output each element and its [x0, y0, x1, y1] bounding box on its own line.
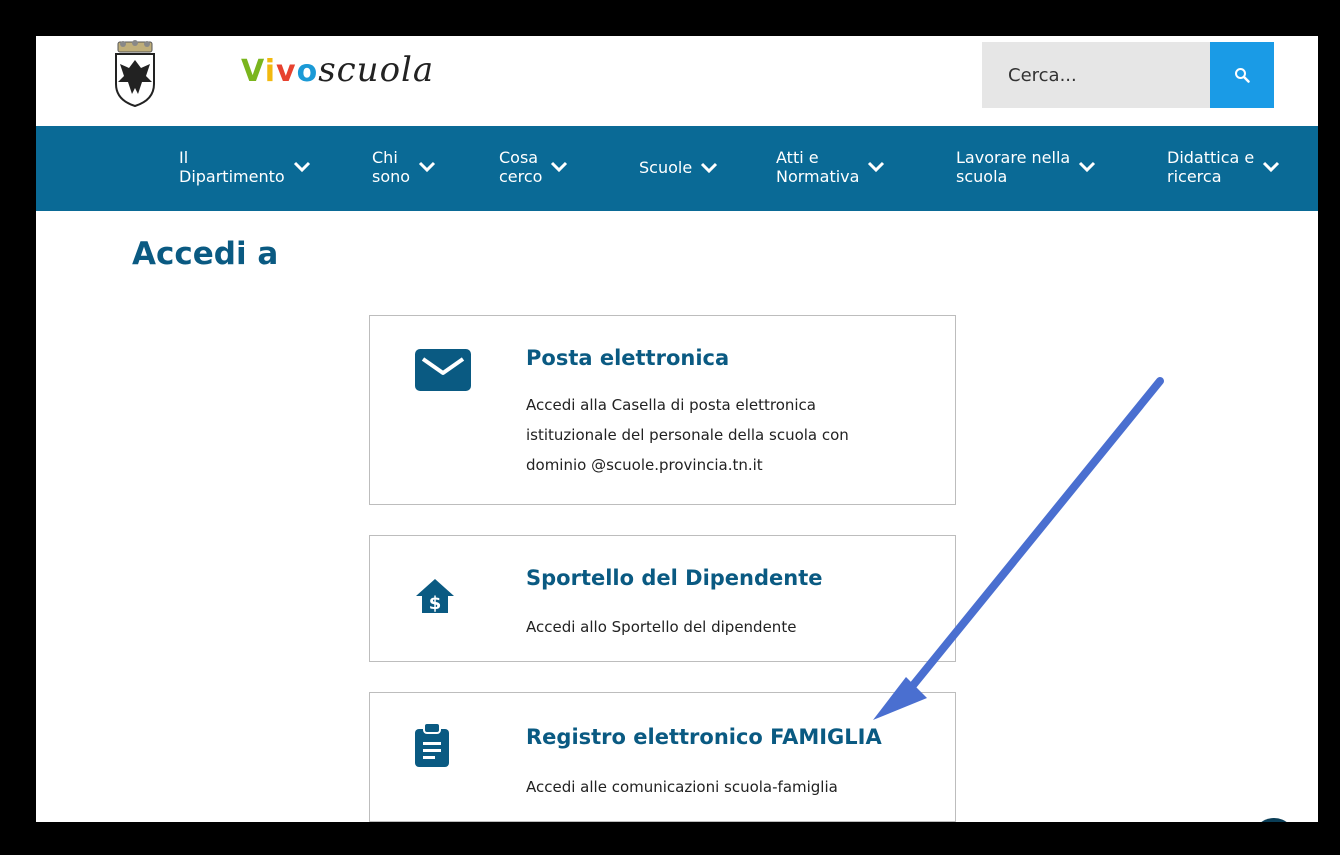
nav-item-atti-normativa[interactable]: Atti e Normativa	[776, 148, 885, 186]
browser-viewport: Vivoscuola Il Dipartimento Chi sono Cosa…	[36, 36, 1318, 822]
envelope-icon	[415, 349, 471, 391]
chevron-down-icon	[1263, 161, 1280, 173]
chevron-down-icon	[551, 161, 568, 173]
house-dollar-icon: $	[416, 579, 454, 614]
nav-item-dipartimento[interactable]: Il Dipartimento	[179, 148, 311, 186]
nav-item-label: Cosa cerco	[499, 148, 543, 186]
nav-item-label: Didattica e ricerca	[1167, 148, 1255, 186]
vivoscuola-logo[interactable]: Vivoscuola	[241, 50, 434, 90]
card-title: Posta elettronica	[526, 346, 730, 370]
back-to-top-button[interactable]	[1252, 818, 1296, 822]
svg-text:$: $	[429, 593, 442, 614]
nav-item-lavorare[interactable]: Lavorare nella scuola	[956, 148, 1096, 186]
search-input[interactable]	[982, 42, 1210, 108]
nav-item-label: Scuole	[639, 158, 693, 177]
nav-item-chi-sono[interactable]: Chi sono	[372, 148, 436, 186]
search-button[interactable]	[1210, 42, 1274, 108]
card-title: Registro elettronico FAMIGLIA	[526, 725, 882, 749]
card-description: Accedi alle comunicazioni scuola-famigli…	[526, 778, 838, 796]
site-header: Vivoscuola	[36, 36, 1318, 126]
main-nav: Il Dipartimento Chi sono Cosa cerco Scuo…	[36, 126, 1318, 211]
search-icon	[1235, 68, 1250, 83]
nav-item-label: Atti e Normativa	[776, 148, 860, 186]
nav-item-didattica[interactable]: Didattica e ricerca	[1167, 148, 1280, 186]
chevron-down-icon	[1079, 161, 1096, 173]
chevron-down-icon	[701, 162, 718, 173]
nav-item-cosa-cerco[interactable]: Cosa cerco	[499, 148, 568, 186]
card-registro-elettronico[interactable]: Registro elettronico FAMIGLIA Accedi all…	[369, 692, 956, 822]
card-sportello-dipendente[interactable]: $ Sportello del Dipendente Accedi allo S…	[369, 535, 956, 662]
page-title: Accedi a	[132, 236, 279, 272]
nav-item-label: Il Dipartimento	[179, 148, 285, 186]
nav-item-label: Lavorare nella scuola	[956, 148, 1071, 186]
crest-logo	[115, 40, 155, 108]
clipboard-icon	[415, 723, 449, 767]
chevron-down-icon	[293, 161, 310, 173]
card-description: Accedi allo Sportello del dipendente	[526, 618, 797, 636]
card-title: Sportello del Dipendente	[526, 566, 823, 590]
card-description: Accedi alla Casella di posta elettronica…	[526, 396, 849, 474]
nav-item-label: Chi sono	[372, 148, 411, 186]
card-posta-elettronica[interactable]: Posta elettronica Accedi alla Casella di…	[369, 315, 956, 505]
chevron-down-icon	[868, 161, 885, 173]
nav-item-scuole[interactable]: Scuole	[639, 158, 718, 177]
chevron-down-icon	[419, 161, 436, 173]
